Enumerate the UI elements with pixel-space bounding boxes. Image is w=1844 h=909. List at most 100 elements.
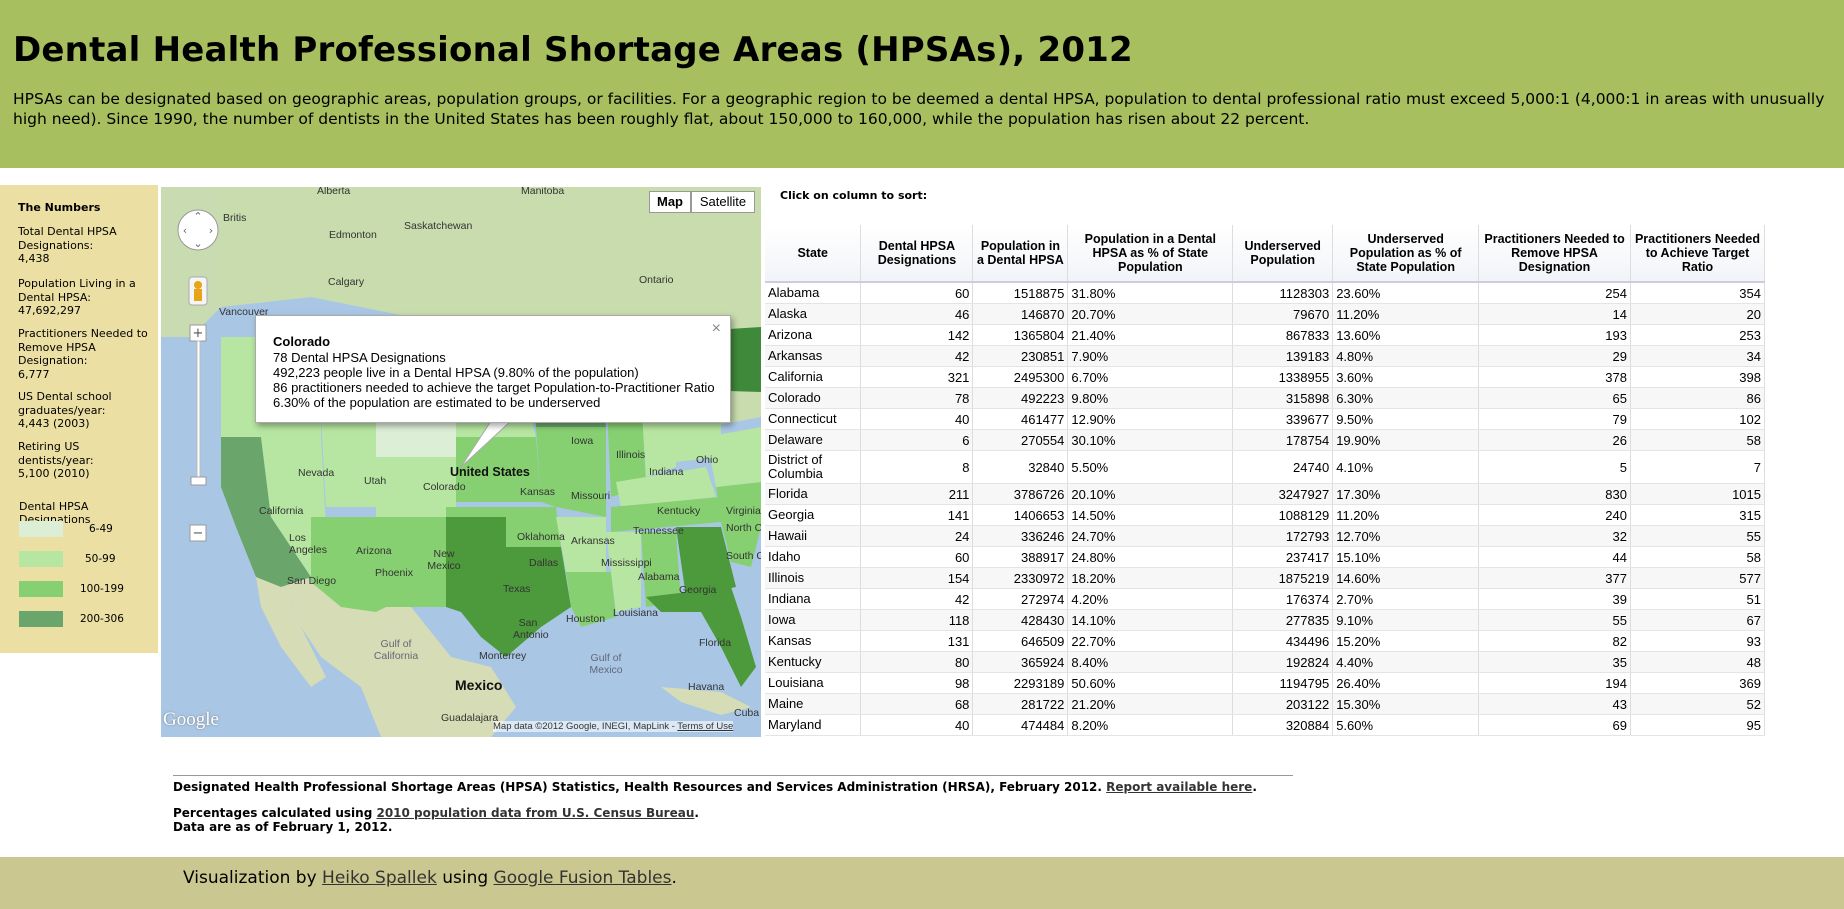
table-row[interactable]: Hawaii 24 336246 24.70% 172793 12.70% 32 55 [765, 525, 1765, 547]
page-title: Dental Health Professional Shortage Area… [13, 30, 1133, 70]
terms-of-use-link[interactable]: Terms of Use [677, 721, 733, 732]
zoom-slider-handle[interactable] [190, 476, 207, 486]
close-icon[interactable]: × [712, 321, 721, 337]
table-row[interactable]: Arizona 142 1365804 21.40% 867833 13.60% 193 25… [765, 324, 1765, 346]
table-cell: 270554 [972, 429, 1069, 451]
table-cell: 253 [1630, 324, 1765, 346]
table-cell: 6.70% [1067, 366, 1234, 388]
table-cell: 95 [1630, 714, 1765, 736]
map-view[interactable]: ⌃ ⌄ ‹ › + − Map Satellite Alberta Manito… [161, 187, 761, 737]
pan-up-icon[interactable]: ⌃ [193, 210, 202, 223]
table-cell: 178754 [1232, 429, 1334, 451]
table-row[interactable]: Kansas 131 646509 22.70% 434496 15.20% 82 93 [765, 630, 1765, 652]
table-row[interactable]: Kentucky 80 365924 8.40% 192824 4.40% 35 48 [765, 651, 1765, 673]
table-cell: 24.80% [1067, 546, 1234, 568]
fusion-tables-link[interactable]: Google Fusion Tables [494, 868, 672, 888]
table-row[interactable]: Idaho 60 388917 24.80% 237417 15.10% 44 58 [765, 546, 1765, 568]
hpsa-table: State Dental HPSA Designations Populatio… [765, 225, 1765, 736]
map-label: Alabama [638, 571, 680, 583]
map-label: South Carolina [726, 550, 761, 562]
table-cell: 40 [860, 408, 974, 430]
stat-total-designations: Total Dental HPSA Designations: 4,438 [18, 225, 153, 266]
data-table-container[interactable]: State Dental HPSA Designations Populatio… [765, 225, 1765, 736]
footer: Visualization by Heiko Spallek using Goo… [0, 857, 1844, 909]
map-label: Manitoba [521, 187, 565, 197]
table-row[interactable]: California 321 2495300 6.70% 1338955 3.60% 378… [765, 366, 1765, 388]
column-header[interactable]: Population in a Dental HPSA [972, 225, 1069, 283]
table-cell: 39 [1478, 588, 1631, 610]
table-row[interactable]: Maryland 40 474484 8.20% 320884 5.60% 69 95 [765, 714, 1765, 736]
table-cell: 82 [1478, 630, 1631, 652]
column-header[interactable]: Dental HPSA Designations [860, 225, 974, 283]
table-row[interactable]: Arkansas 42 230851 7.90% 139183 4.80% 29 34 [765, 345, 1765, 367]
map-canvas[interactable]: ⌃ ⌄ ‹ › + − [161, 187, 761, 737]
table-row[interactable]: Maine 68 281722 21.20% 203122 15.30% 43 52 [765, 693, 1765, 715]
table-cell: 867833 [1232, 324, 1334, 346]
table-cell: 281722 [972, 693, 1069, 715]
map-type-satellite-button[interactable]: Satellite [691, 191, 755, 213]
table-row[interactable]: Louisiana 98 2293189 50.60% 1194795 26.40% 194… [765, 672, 1765, 694]
column-header[interactable]: Population in a Dental HPSA as % of Stat… [1067, 225, 1234, 283]
legend-label: 50-99 [85, 553, 116, 565]
table-row[interactable]: Iowa 118 428430 14.10% 277835 9.10% 55 67 [765, 609, 1765, 631]
table-cell: 4.10% [1332, 450, 1480, 484]
table-cell: 46 [860, 303, 974, 325]
table-cell: 131 [860, 630, 974, 652]
map-label: Ontario [639, 274, 674, 286]
table-cell: 58 [1630, 546, 1765, 568]
map-type-map-button[interactable]: Map [649, 191, 691, 213]
table-cell: 9.80% [1067, 387, 1234, 409]
table-cell: 24 [860, 525, 974, 547]
column-header[interactable]: State [765, 225, 862, 283]
table-cell: 315898 [1232, 387, 1334, 409]
table-row[interactable]: Florida 211 3786726 20.10% 3247927 17.30% 830 1… [765, 483, 1765, 505]
map-label: Oklahoma [517, 531, 565, 543]
table-cell: 1338955 [1232, 366, 1334, 388]
map-label: Mexico [455, 677, 503, 693]
pan-down-icon[interactable]: ⌄ [193, 237, 202, 250]
table-cell: 26 [1478, 429, 1631, 451]
pan-left-icon[interactable]: ‹ [183, 224, 187, 237]
table-cell: 646509 [972, 630, 1069, 652]
table-row[interactable]: Georgia 141 1406653 14.50% 1088129 11.20% 240 3… [765, 504, 1765, 526]
table-row[interactable]: Alaska 46 146870 20.70% 79670 11.20% 14 20 [765, 303, 1765, 325]
table-cell: 141 [860, 504, 974, 526]
state-cell: Kentucky [765, 651, 862, 673]
column-header[interactable]: Practitioners Needed to Remove HPSA Desi… [1478, 225, 1631, 283]
census-link[interactable]: 2010 population data from U.S. Census Bu… [376, 806, 694, 820]
table-cell: 20.10% [1067, 483, 1234, 505]
map-label: Illinois [616, 449, 646, 461]
table-cell: 203122 [1232, 693, 1334, 715]
map-label: Virginia [726, 505, 761, 517]
table-row[interactable]: Connecticut 40 461477 12.90% 339677 9.50% 79 10… [765, 408, 1765, 430]
table-cell: 35 [1478, 651, 1631, 673]
map-label: Kentucky [657, 505, 701, 517]
table-row[interactable]: Delaware 6 270554 30.10% 178754 19.90% 26 58 [765, 429, 1765, 451]
legend-label: 6-49 [89, 523, 113, 535]
zoom-slider-track[interactable] [196, 340, 201, 482]
table-row[interactable]: District of Columbia 8 32840 5.50% 24740 4.10… [765, 450, 1765, 484]
table-cell: 17.30% [1332, 483, 1480, 505]
table-cell: 5.60% [1332, 714, 1480, 736]
column-header[interactable]: Practitioners Needed to Achieve Target R… [1630, 225, 1765, 283]
table-row[interactable]: Illinois 154 2330972 18.20% 1875219 14.60% 377… [765, 567, 1765, 589]
table-cell: 7 [1630, 450, 1765, 484]
map-label: Havana [688, 681, 725, 693]
source-text: Percentages calculated using [173, 806, 373, 820]
state-cell: Delaware [765, 429, 862, 451]
table-cell: 93 [1630, 630, 1765, 652]
pan-right-icon[interactable]: › [209, 224, 213, 237]
table-cell: 434496 [1232, 630, 1334, 652]
table-row[interactable]: Indiana 42 272974 4.20% 176374 2.70% 39 51 [765, 588, 1765, 610]
map-label: Colorado [423, 481, 466, 493]
report-link[interactable]: Report available here [1106, 780, 1252, 794]
table-cell: 26.40% [1332, 672, 1480, 694]
column-header[interactable]: Underserved Population as % of State Pop… [1332, 225, 1480, 283]
table-row[interactable]: Alabama 60 1518875 31.80% 1128303 23.60% 254 35… [765, 282, 1765, 304]
author-link[interactable]: Heiko Spallek [322, 868, 437, 888]
table-cell: 1088129 [1232, 504, 1334, 526]
table-cell: 3.60% [1332, 366, 1480, 388]
column-header[interactable]: Underserved Population [1232, 225, 1334, 283]
source-text: Designated Health Professional Shortage … [173, 780, 1102, 794]
table-row[interactable]: Colorado 78 492223 9.80% 315898 6.30% 65 86 [765, 387, 1765, 409]
